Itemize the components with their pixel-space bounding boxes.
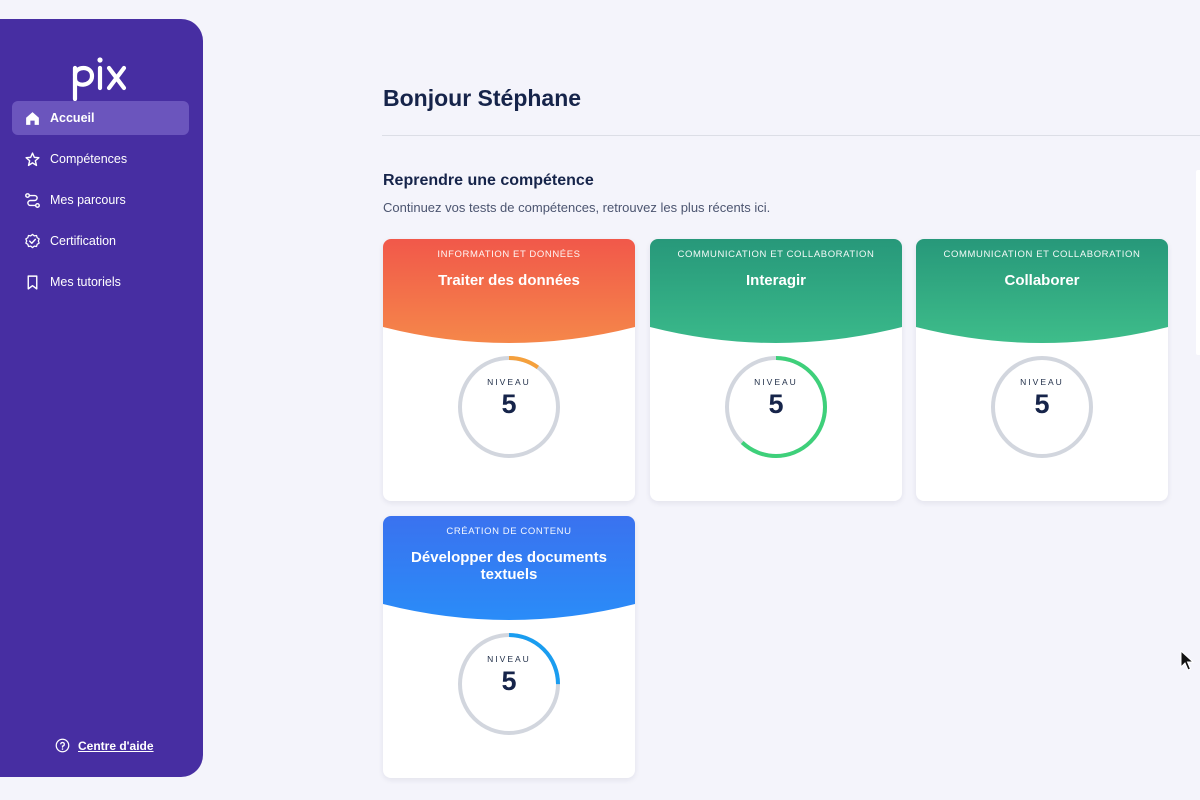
competence-card[interactable]: INFORMATION ET DONNÉES Traiter des donné… bbox=[383, 239, 635, 501]
home-icon bbox=[24, 110, 41, 127]
route-icon bbox=[24, 192, 41, 209]
card-title: Développer des documents textuels bbox=[411, 549, 607, 583]
sidebar: Accueil Compétences Mes parcours Certifi… bbox=[0, 19, 203, 777]
sidebar-item-mes-parcours[interactable]: Mes parcours bbox=[12, 183, 189, 217]
card-area: COMMUNICATION ET COLLABORATION bbox=[677, 249, 875, 260]
help-center-link[interactable]: Centre d'aide bbox=[55, 738, 154, 753]
pix-logo[interactable] bbox=[72, 55, 132, 102]
badge-check-icon bbox=[24, 233, 41, 250]
competence-card[interactable]: COMMUNICATION ET COLLABORATION Interagir… bbox=[650, 239, 902, 501]
level-value: 5 bbox=[768, 389, 784, 419]
page-title: Bonjour Stéphane bbox=[383, 85, 582, 111]
card-area: INFORMATION ET DONNÉES bbox=[437, 249, 581, 260]
level-label: NIVEAU bbox=[487, 377, 531, 387]
star-icon bbox=[24, 151, 41, 168]
question-circle-icon bbox=[55, 738, 70, 753]
level-value: 5 bbox=[1034, 389, 1050, 419]
mouse-cursor-icon bbox=[1180, 650, 1194, 671]
section-title: Reprendre une compétence bbox=[383, 172, 594, 189]
level-value: 5 bbox=[501, 389, 517, 419]
sidebar-item-competences[interactable]: Compétences bbox=[12, 142, 189, 176]
side-panel-edge bbox=[1196, 170, 1200, 355]
card-area: CRÉATION DE CONTENU bbox=[446, 526, 572, 537]
sidebar-item-accueil[interactable]: Accueil bbox=[12, 101, 189, 135]
bookmark-icon bbox=[24, 274, 41, 291]
competence-card[interactable]: CRÉATION DE CONTENU Développer des docum… bbox=[383, 516, 635, 778]
sidebar-item-label: Certification bbox=[50, 234, 116, 248]
section-subtitle: Continuez vos tests de compétences, retr… bbox=[383, 200, 771, 215]
sidebar-nav: Accueil Compétences Mes parcours Certifi… bbox=[12, 101, 189, 306]
card-area: COMMUNICATION ET COLLABORATION bbox=[943, 249, 1141, 260]
level-value: 5 bbox=[501, 666, 517, 696]
level-label: NIVEAU bbox=[754, 377, 798, 387]
sidebar-item-label: Mes tutoriels bbox=[50, 275, 121, 289]
sidebar-item-mes-tutoriels[interactable]: Mes tutoriels bbox=[12, 265, 189, 299]
level-label: NIVEAU bbox=[1020, 377, 1064, 387]
card-title: Interagir bbox=[745, 272, 806, 289]
help-center-label: Centre d'aide bbox=[78, 738, 154, 753]
sidebar-item-label: Compétences bbox=[50, 152, 128, 166]
card-title: Traiter des données bbox=[438, 272, 580, 289]
level-label: NIVEAU bbox=[487, 654, 531, 664]
sidebar-item-certification[interactable]: Certification bbox=[12, 224, 189, 258]
competence-card[interactable]: COMMUNICATION ET COLLABORATION Collabore… bbox=[916, 239, 1168, 501]
sidebar-item-label: Mes parcours bbox=[50, 193, 126, 207]
sidebar-item-label: Accueil bbox=[50, 111, 95, 125]
divider bbox=[382, 135, 1200, 136]
card-title: Collaborer bbox=[1004, 272, 1080, 289]
